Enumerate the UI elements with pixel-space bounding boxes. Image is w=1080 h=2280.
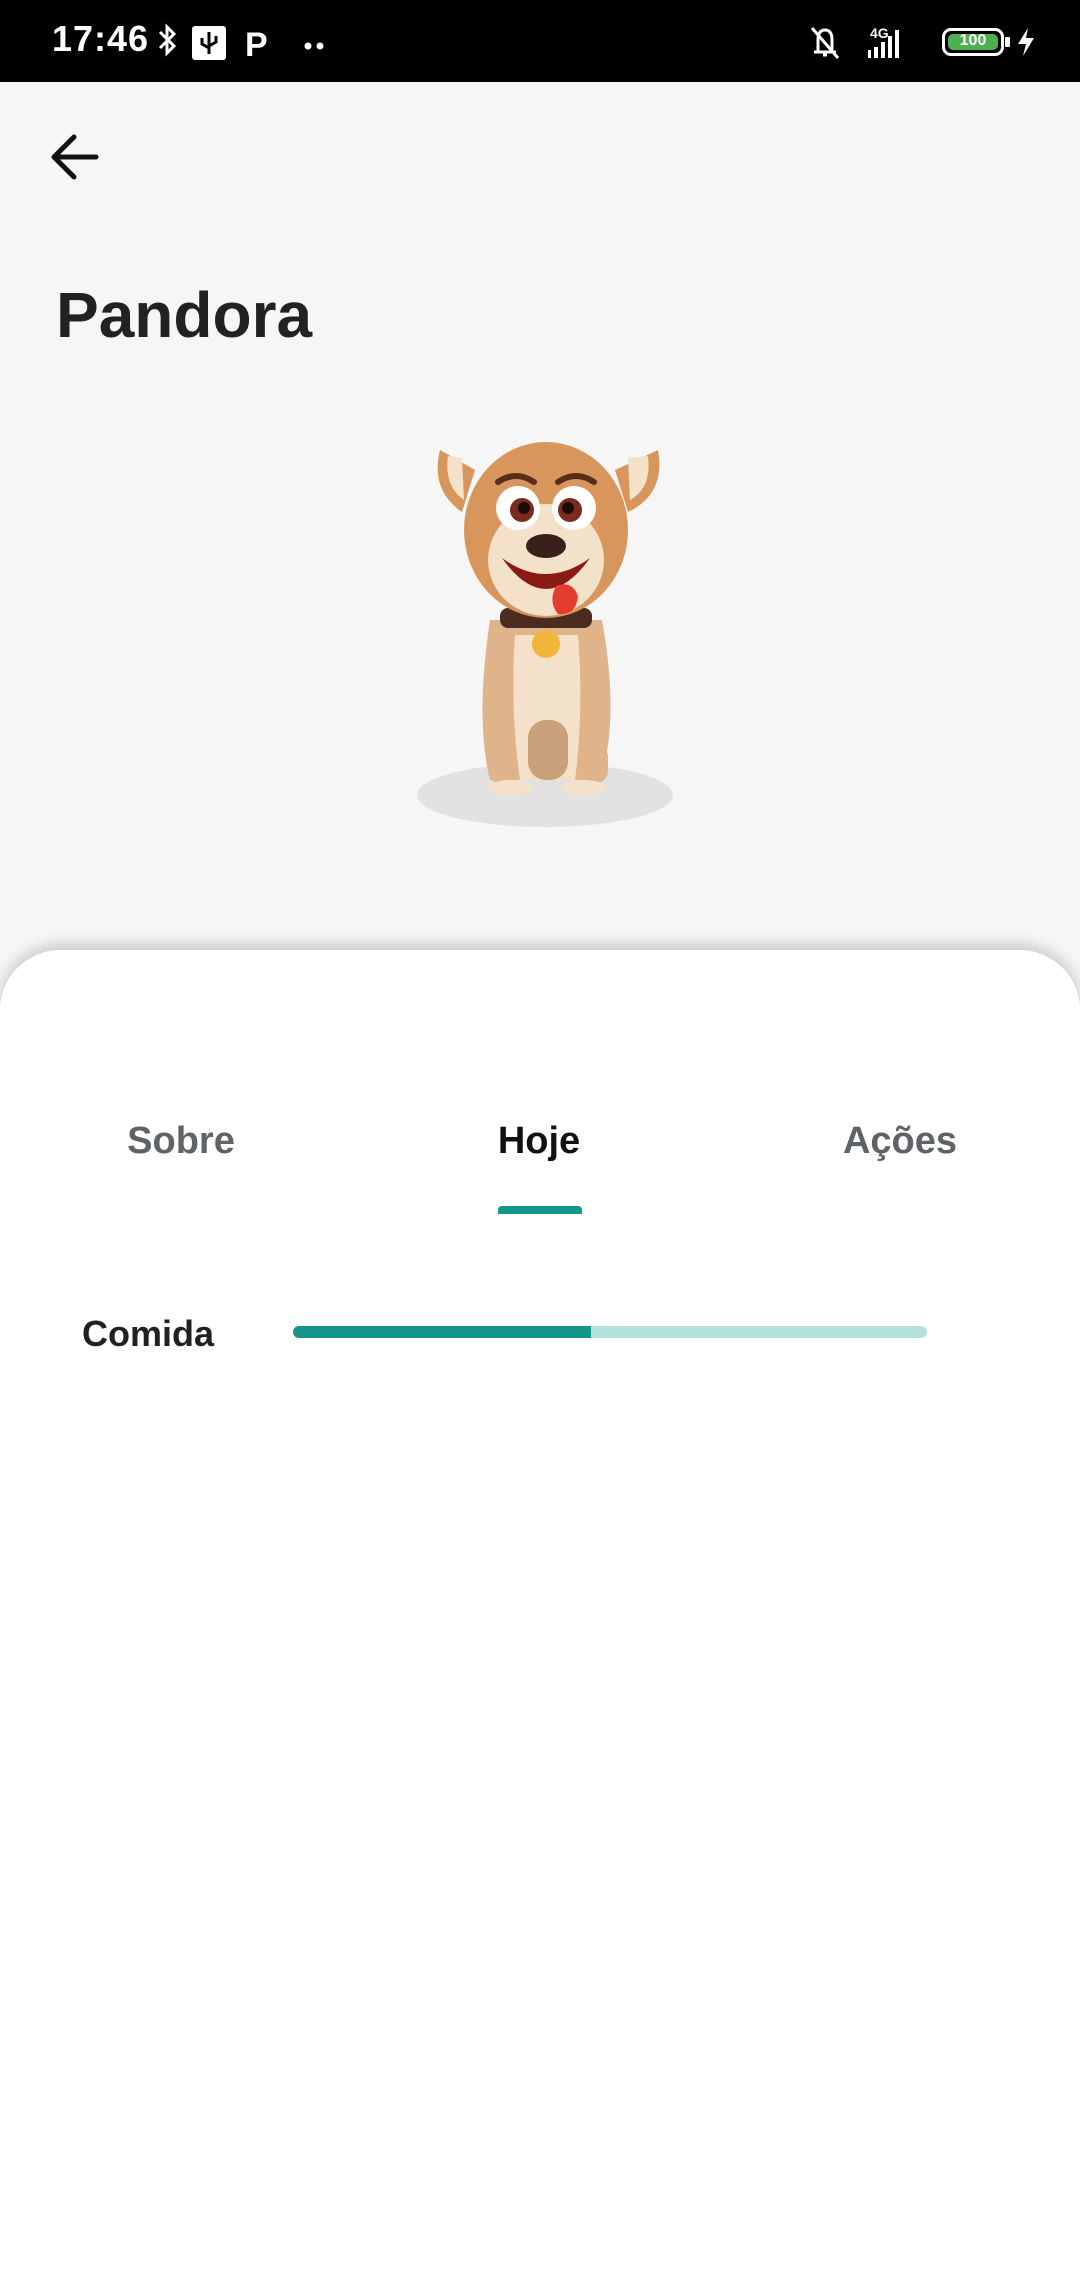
charging-icon [1018,28,1034,56]
active-tab-indicator [498,1206,582,1214]
svg-text:4G: 4G [870,25,889,41]
battery-level: 100 [959,32,987,49]
battery-icon: 100 [942,28,1004,56]
muted-bell-icon [810,27,840,59]
tab-sobre[interactable]: Sobre [96,1120,266,1163]
comida-progress-bar [293,1326,927,1338]
tab-acoes[interactable]: Ações [820,1120,980,1163]
status-time: 17:46 [52,18,150,59]
arrow-left-icon [51,134,99,180]
svg-text:P: P [245,26,268,62]
status-left-icons: P [158,23,324,62]
comida-progress-fill [293,1326,591,1338]
more-dots-icon [304,42,324,50]
page-title: Pandora [56,279,313,351]
status-right-icons: 4G [810,25,899,59]
bluetooth-icon [158,23,177,57]
parking-app-icon: P [245,26,268,62]
usb-icon [192,26,226,60]
stat-label-comida: Comida [82,1313,215,1354]
4g-signal-icon: 4G [868,25,899,58]
back-button[interactable] [40,122,110,192]
tab-hoje[interactable]: Hoje [470,1120,608,1163]
status-bar: 17:46 P 4G 100 [0,0,1080,82]
dog-cartoon-image [417,442,673,827]
